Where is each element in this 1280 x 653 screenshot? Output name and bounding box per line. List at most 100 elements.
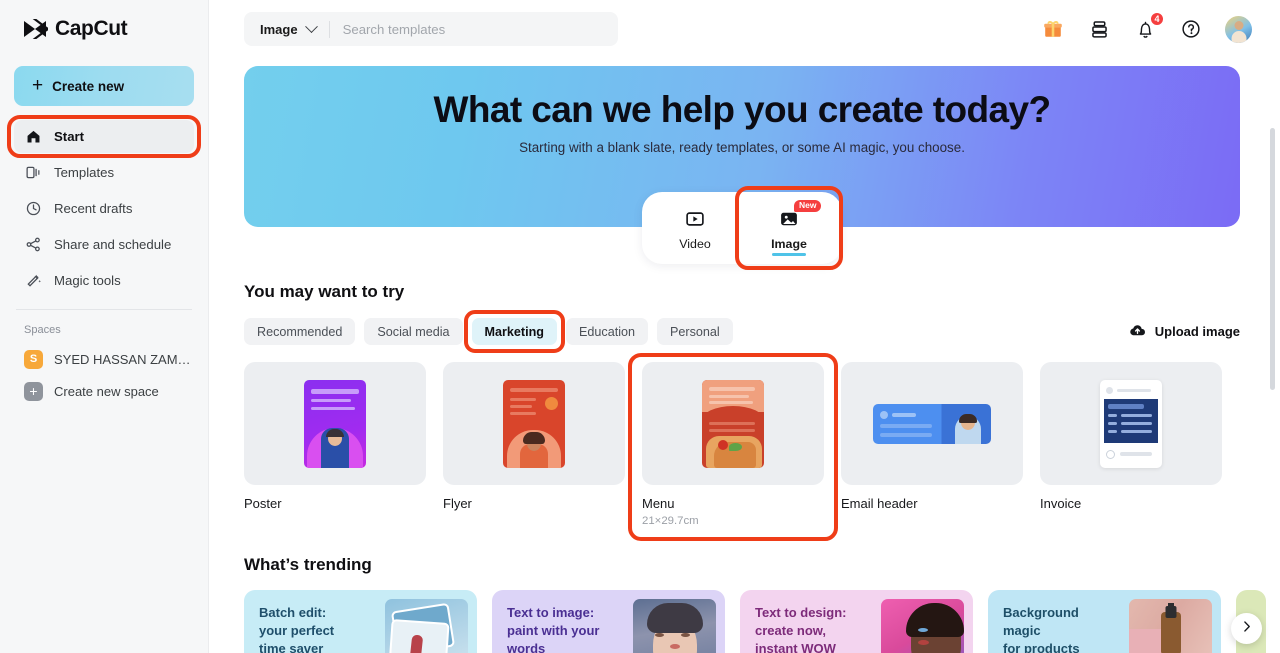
- brand-name: CapCut: [55, 17, 128, 40]
- card-thumbnail: [642, 362, 824, 485]
- search-type-dropdown[interactable]: Image: [260, 19, 318, 37]
- upload-image-button[interactable]: Upload image: [1128, 321, 1240, 343]
- email-header-thumb-icon: [873, 403, 991, 444]
- sidebar-divider: [16, 309, 192, 310]
- card-thumbnail: [443, 362, 625, 485]
- gift-icon[interactable]: [1041, 17, 1065, 41]
- clock-icon: [24, 199, 43, 218]
- trending-card-background-magic[interactable]: Background magic for products: [988, 590, 1221, 653]
- trending-row: Batch edit: your perfect time saver Text…: [244, 590, 1266, 653]
- sidebar-item-recent-drafts[interactable]: Recent drafts: [14, 192, 194, 225]
- sidebar-item-share-and-schedule[interactable]: Share and schedule: [14, 228, 194, 261]
- topbar-actions: 4: [1041, 12, 1252, 43]
- card-label: Invoice: [1040, 496, 1082, 511]
- chevron-down-icon: [304, 19, 318, 33]
- plus-square-icon: +: [24, 381, 43, 401]
- share-icon: [24, 235, 43, 254]
- trending-card-text: Batch edit: your perfect time saver: [259, 605, 335, 653]
- invoice-thumb-icon: [1100, 379, 1162, 468]
- vertical-scrollbar[interactable]: [1270, 128, 1275, 390]
- tab-label: Personal: [670, 324, 720, 339]
- create-new-button[interactable]: + Create new: [14, 66, 194, 106]
- template-card-flyer[interactable]: Flyer: [443, 362, 625, 527]
- trending-card-text: Background magic for products: [1003, 605, 1080, 653]
- cloud-upload-icon: [1128, 321, 1147, 343]
- bell-icon[interactable]: 4: [1133, 12, 1164, 41]
- page-title: What can we help you create today?: [433, 89, 1052, 130]
- search-type-label: Image: [260, 21, 298, 37]
- trending-card-text: Text to design: create now, instant WOW: [755, 605, 847, 653]
- card-label: Flyer: [443, 496, 472, 511]
- space-item-create-new[interactable]: + Create new space: [14, 375, 194, 407]
- home-icon: [24, 127, 43, 146]
- layers-icon[interactable]: [1087, 17, 1111, 41]
- template-card-email-header[interactable]: Email header: [841, 362, 1023, 527]
- mode-switcher: Video New Image: [642, 186, 843, 270]
- template-cards: Poster Flyer Menu 21×29.7cm Email header…: [244, 353, 1240, 541]
- menu-thumb-icon: [702, 379, 764, 468]
- space-item-user[interactable]: S SYED HASSAN ZAM…: [14, 343, 194, 375]
- space-item-label: Create new space: [54, 383, 159, 399]
- trending-card-image: [1129, 599, 1212, 653]
- tab-marketing[interactable]: Marketing: [463, 310, 566, 353]
- template-card-poster[interactable]: Poster: [244, 362, 426, 527]
- tab-personal[interactable]: Personal: [657, 318, 733, 345]
- tab-label: Recommended: [257, 324, 343, 339]
- template-card-menu[interactable]: Menu 21×29.7cm: [628, 353, 838, 541]
- create-new-label: Create new: [52, 78, 125, 94]
- mode-pill-underline: [772, 253, 806, 256]
- card-thumbnail: [244, 362, 426, 485]
- tab-education[interactable]: Education: [566, 318, 649, 345]
- sidebar-item-templates[interactable]: Templates: [14, 156, 194, 189]
- upload-image-label: Upload image: [1154, 324, 1240, 339]
- card-thumbnail: [841, 362, 1023, 485]
- sidebar-item-start[interactable]: Start: [7, 115, 201, 158]
- template-card-invoice[interactable]: Invoice: [1040, 362, 1222, 527]
- scroll-area: What can we help you create today? Start…: [209, 66, 1280, 653]
- templates-icon: [24, 163, 43, 182]
- search-input[interactable]: [342, 21, 593, 37]
- tab-label: Social media: [377, 324, 450, 339]
- sidebar-item-magic-tools[interactable]: Magic tools: [14, 264, 194, 297]
- trending-card-text-to-design[interactable]: Text to design: create now, instant WOW: [740, 590, 973, 653]
- suggestions-tabs: Recommended Social media Marketing Educa…: [244, 310, 1240, 353]
- spaces-label: Spaces: [24, 324, 61, 336]
- sidebar-nav: Start Templates Recent drafts Share and …: [7, 115, 201, 297]
- help-icon[interactable]: [1179, 17, 1203, 41]
- video-icon: [684, 206, 706, 232]
- tab-social-media[interactable]: Social media: [364, 318, 463, 345]
- magic-wand-icon: [24, 271, 43, 290]
- sidebar-item-label: Recent drafts: [54, 201, 133, 216]
- trending-card-text-to-image[interactable]: Text to image: paint with your words: [492, 590, 725, 653]
- poster-thumb-icon: [304, 379, 366, 468]
- card-label: Menu: [642, 496, 675, 511]
- tab-recommended[interactable]: Recommended: [244, 318, 356, 345]
- space-avatar: S: [24, 349, 43, 369]
- tab-label: Marketing: [484, 324, 544, 339]
- mode-pill-video[interactable]: Video: [648, 195, 742, 261]
- trending-card-text: Text to image: paint with your words: [507, 605, 600, 653]
- notification-badge: 4: [1150, 12, 1164, 26]
- mode-pill-label: Video: [679, 236, 711, 251]
- mode-pill-image[interactable]: New Image: [735, 186, 843, 270]
- main-content: Image Search templates 4 What can we hel…: [209, 0, 1280, 653]
- trending-card-batch-edit[interactable]: Batch edit: your perfect time saver: [244, 590, 477, 653]
- capcut-logo-icon: [22, 15, 50, 43]
- space-item-label: SYED HASSAN ZAM…: [54, 351, 191, 367]
- trending-card-image: [385, 599, 468, 653]
- sidebar: CapCut + Create new Start Templates Rece…: [0, 0, 209, 653]
- user-avatar[interactable]: [1225, 15, 1252, 43]
- card-subtitle: 21×29.7cm: [642, 515, 699, 527]
- new-badge: New: [794, 199, 822, 213]
- sidebar-item-label: Start: [54, 129, 85, 144]
- image-icon: New: [778, 199, 822, 232]
- trending-card-image: [881, 599, 964, 653]
- sidebar-item-label: Magic tools: [54, 273, 121, 288]
- search-bar[interactable]: Image: [244, 12, 618, 46]
- trending-next-button[interactable]: [1231, 613, 1262, 644]
- brand[interactable]: CapCut: [14, 0, 194, 58]
- hero-banner: What can we help you create today? Start…: [244, 66, 1240, 270]
- chevron-right-icon: [1239, 619, 1254, 639]
- topbar: Image Search templates 4: [209, 0, 1280, 58]
- card-label: Poster: [244, 496, 282, 511]
